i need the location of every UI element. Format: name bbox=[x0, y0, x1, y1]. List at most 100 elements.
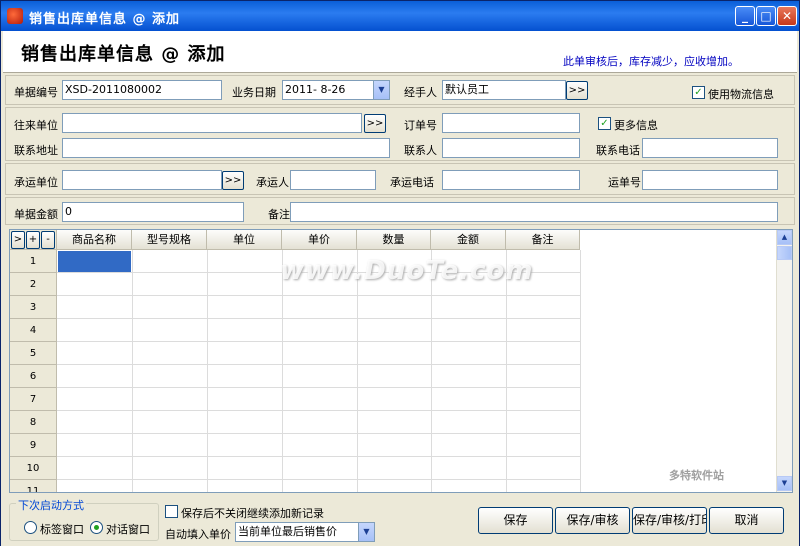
column-header[interactable]: 型号规格 bbox=[132, 230, 207, 250]
auto-price-value: 当前单位最后销售价 bbox=[238, 525, 337, 538]
auto-price-label: 自动填入单价 bbox=[165, 528, 231, 541]
column-header[interactable]: 数量 bbox=[357, 230, 431, 250]
dialog-window-label: 对话窗口 bbox=[106, 523, 150, 536]
tab-window-label: 标签窗口 bbox=[40, 523, 84, 536]
window-title: 销售出库单信息 @ 添加 bbox=[29, 12, 181, 27]
amount-panel: 单据金额 0 备注 bbox=[5, 197, 795, 225]
row-header[interactable]: 8 bbox=[10, 411, 57, 434]
save-button[interactable]: 保存 bbox=[478, 507, 553, 534]
carrier-phone-label: 承运电话 bbox=[390, 176, 434, 189]
dialog-window-radio[interactable] bbox=[90, 521, 103, 534]
row-header[interactable]: 10 bbox=[10, 457, 57, 480]
doc-no-field[interactable]: XSD-2011080002 bbox=[62, 80, 222, 100]
handler-label: 经手人 bbox=[404, 86, 437, 99]
column-header[interactable]: 金额 bbox=[431, 230, 506, 250]
keep-open-label: 保存后不关闭继续添加新记录 bbox=[181, 507, 324, 520]
chevron-down-icon[interactable]: ▼ bbox=[373, 81, 389, 99]
table-row[interactable] bbox=[57, 388, 580, 411]
phone-field[interactable] bbox=[642, 138, 778, 158]
column-header[interactable]: 单位 bbox=[207, 230, 282, 250]
cancel-button[interactable]: 取消 bbox=[709, 507, 784, 534]
handler-field[interactable]: 默认员工 bbox=[442, 80, 566, 100]
save-audit-button[interactable]: 保存/审核 bbox=[555, 507, 630, 534]
address-field[interactable] bbox=[62, 138, 390, 158]
row-header[interactable]: 1 bbox=[10, 250, 57, 273]
amount-label: 单据金额 bbox=[14, 208, 58, 221]
keep-open-checkbox[interactable] bbox=[165, 505, 178, 518]
row-header[interactable]: 4 bbox=[10, 319, 57, 342]
scroll-thumb[interactable] bbox=[777, 246, 792, 260]
biz-date-picker[interactable]: 2011- 8-26 ▼ bbox=[282, 80, 390, 100]
auto-price-select[interactable]: 当前单位最后销售价 ▼ bbox=[235, 522, 375, 542]
goods-grid[interactable]: > + - 商品名称 型号规格 单位 单价 数量 金额 备注 1 2 3 4 5… bbox=[9, 229, 793, 493]
partner-picker-button[interactable]: >> bbox=[364, 114, 386, 133]
contact-label: 联系人 bbox=[404, 144, 437, 157]
save-audit-print-button[interactable]: 保存/审核/打印 bbox=[632, 507, 707, 534]
corner-watermark: 多特软件站 bbox=[669, 469, 724, 482]
watermark-text: www.DuoTe.com bbox=[280, 256, 534, 286]
row-header[interactable]: 3 bbox=[10, 296, 57, 319]
close-button[interactable]: ✕ bbox=[777, 6, 797, 26]
bottom-bar: 下次启动方式 标签窗口 对话窗口 保存后不关闭继续添加新记录 自动填入单价 当前… bbox=[1, 495, 799, 546]
table-row[interactable] bbox=[57, 434, 580, 457]
column-header[interactable]: 单价 bbox=[282, 230, 357, 250]
grid-add-row-button[interactable]: + bbox=[26, 231, 40, 249]
title-bar[interactable]: 销售出库单信息 @ 添加 _ □ ✕ bbox=[1, 1, 799, 31]
column-header[interactable]: 备注 bbox=[506, 230, 580, 250]
handler-picker-button[interactable]: >> bbox=[566, 81, 588, 100]
carrier-label: 承运单位 bbox=[14, 176, 58, 189]
column-header[interactable]: 商品名称 bbox=[57, 230, 132, 250]
table-row[interactable] bbox=[57, 457, 580, 480]
row-header[interactable]: 6 bbox=[10, 365, 57, 388]
maximize-button[interactable]: □ bbox=[756, 6, 776, 26]
address-label: 联系地址 bbox=[14, 144, 58, 157]
page-header: 销售出库单信息 @ 添加 此单审核后，库存减少，应收增加。 bbox=[3, 31, 797, 73]
row-header[interactable]: 7 bbox=[10, 388, 57, 411]
app-icon bbox=[7, 8, 23, 24]
order-no-field[interactable] bbox=[442, 113, 580, 133]
minimize-button[interactable]: _ bbox=[735, 6, 755, 26]
phone-label: 联系电话 bbox=[596, 144, 640, 157]
grid-scrollbar[interactable]: ▲ ▼ bbox=[776, 230, 792, 492]
page-title: 销售出库单信息 @ 添加 bbox=[21, 44, 226, 65]
chevron-down-icon[interactable]: ▼ bbox=[358, 523, 374, 541]
carrier-phone-field[interactable] bbox=[442, 170, 580, 190]
partner-panel: 往来单位 >> 订单号 ✓ 更多信息 联系地址 联系人 联系电话 bbox=[5, 107, 795, 161]
row-header[interactable]: 9 bbox=[10, 434, 57, 457]
partner-field[interactable] bbox=[62, 113, 362, 133]
carrier-picker-button[interactable]: >> bbox=[222, 171, 244, 190]
remark-field[interactable] bbox=[290, 202, 778, 222]
partner-label: 往来单位 bbox=[14, 119, 58, 132]
grid-divider bbox=[580, 250, 581, 492]
use-logistics-checkbox[interactable]: ✓ bbox=[692, 86, 705, 99]
carrier-person-field[interactable] bbox=[290, 170, 376, 190]
grid-next-button[interactable]: > bbox=[11, 231, 25, 249]
doc-no-label: 单据编号 bbox=[14, 86, 58, 99]
table-row[interactable] bbox=[57, 342, 580, 365]
tab-window-radio[interactable] bbox=[24, 521, 37, 534]
biz-date-label: 业务日期 bbox=[232, 86, 276, 99]
table-row[interactable] bbox=[57, 319, 580, 342]
table-row[interactable] bbox=[57, 296, 580, 319]
logistics-panel: 承运单位 >> 承运人 承运电话 运单号 bbox=[5, 163, 795, 195]
order-no-label: 订单号 bbox=[404, 119, 437, 132]
app-window: 销售出库单信息 @ 添加 _ □ ✕ 销售出库单信息 @ 添加 此单审核后，库存… bbox=[0, 0, 800, 546]
use-logistics-label: 使用物流信息 bbox=[708, 88, 774, 101]
carrier-person-label: 承运人 bbox=[256, 176, 289, 189]
amount-field[interactable]: 0 bbox=[62, 202, 244, 222]
contact-field[interactable] bbox=[442, 138, 580, 158]
audit-hint: 此单审核后，库存减少，应收增加。 bbox=[563, 55, 739, 68]
waybill-field[interactable] bbox=[642, 170, 778, 190]
row-header[interactable]: 2 bbox=[10, 273, 57, 296]
table-row[interactable] bbox=[57, 411, 580, 434]
carrier-field[interactable] bbox=[62, 170, 222, 190]
scroll-down-icon[interactable]: ▼ bbox=[777, 476, 792, 491]
row-header[interactable]: 5 bbox=[10, 342, 57, 365]
row-header[interactable]: 11 bbox=[10, 480, 57, 492]
grid-remove-row-button[interactable]: - bbox=[41, 231, 55, 249]
scroll-up-icon[interactable]: ▲ bbox=[777, 230, 792, 245]
biz-date-value: 2011- 8-26 bbox=[285, 83, 346, 96]
table-row[interactable] bbox=[57, 365, 580, 388]
more-info-checkbox[interactable]: ✓ bbox=[598, 117, 611, 130]
startup-mode-group: 下次启动方式 标签窗口 对话窗口 bbox=[9, 497, 159, 541]
